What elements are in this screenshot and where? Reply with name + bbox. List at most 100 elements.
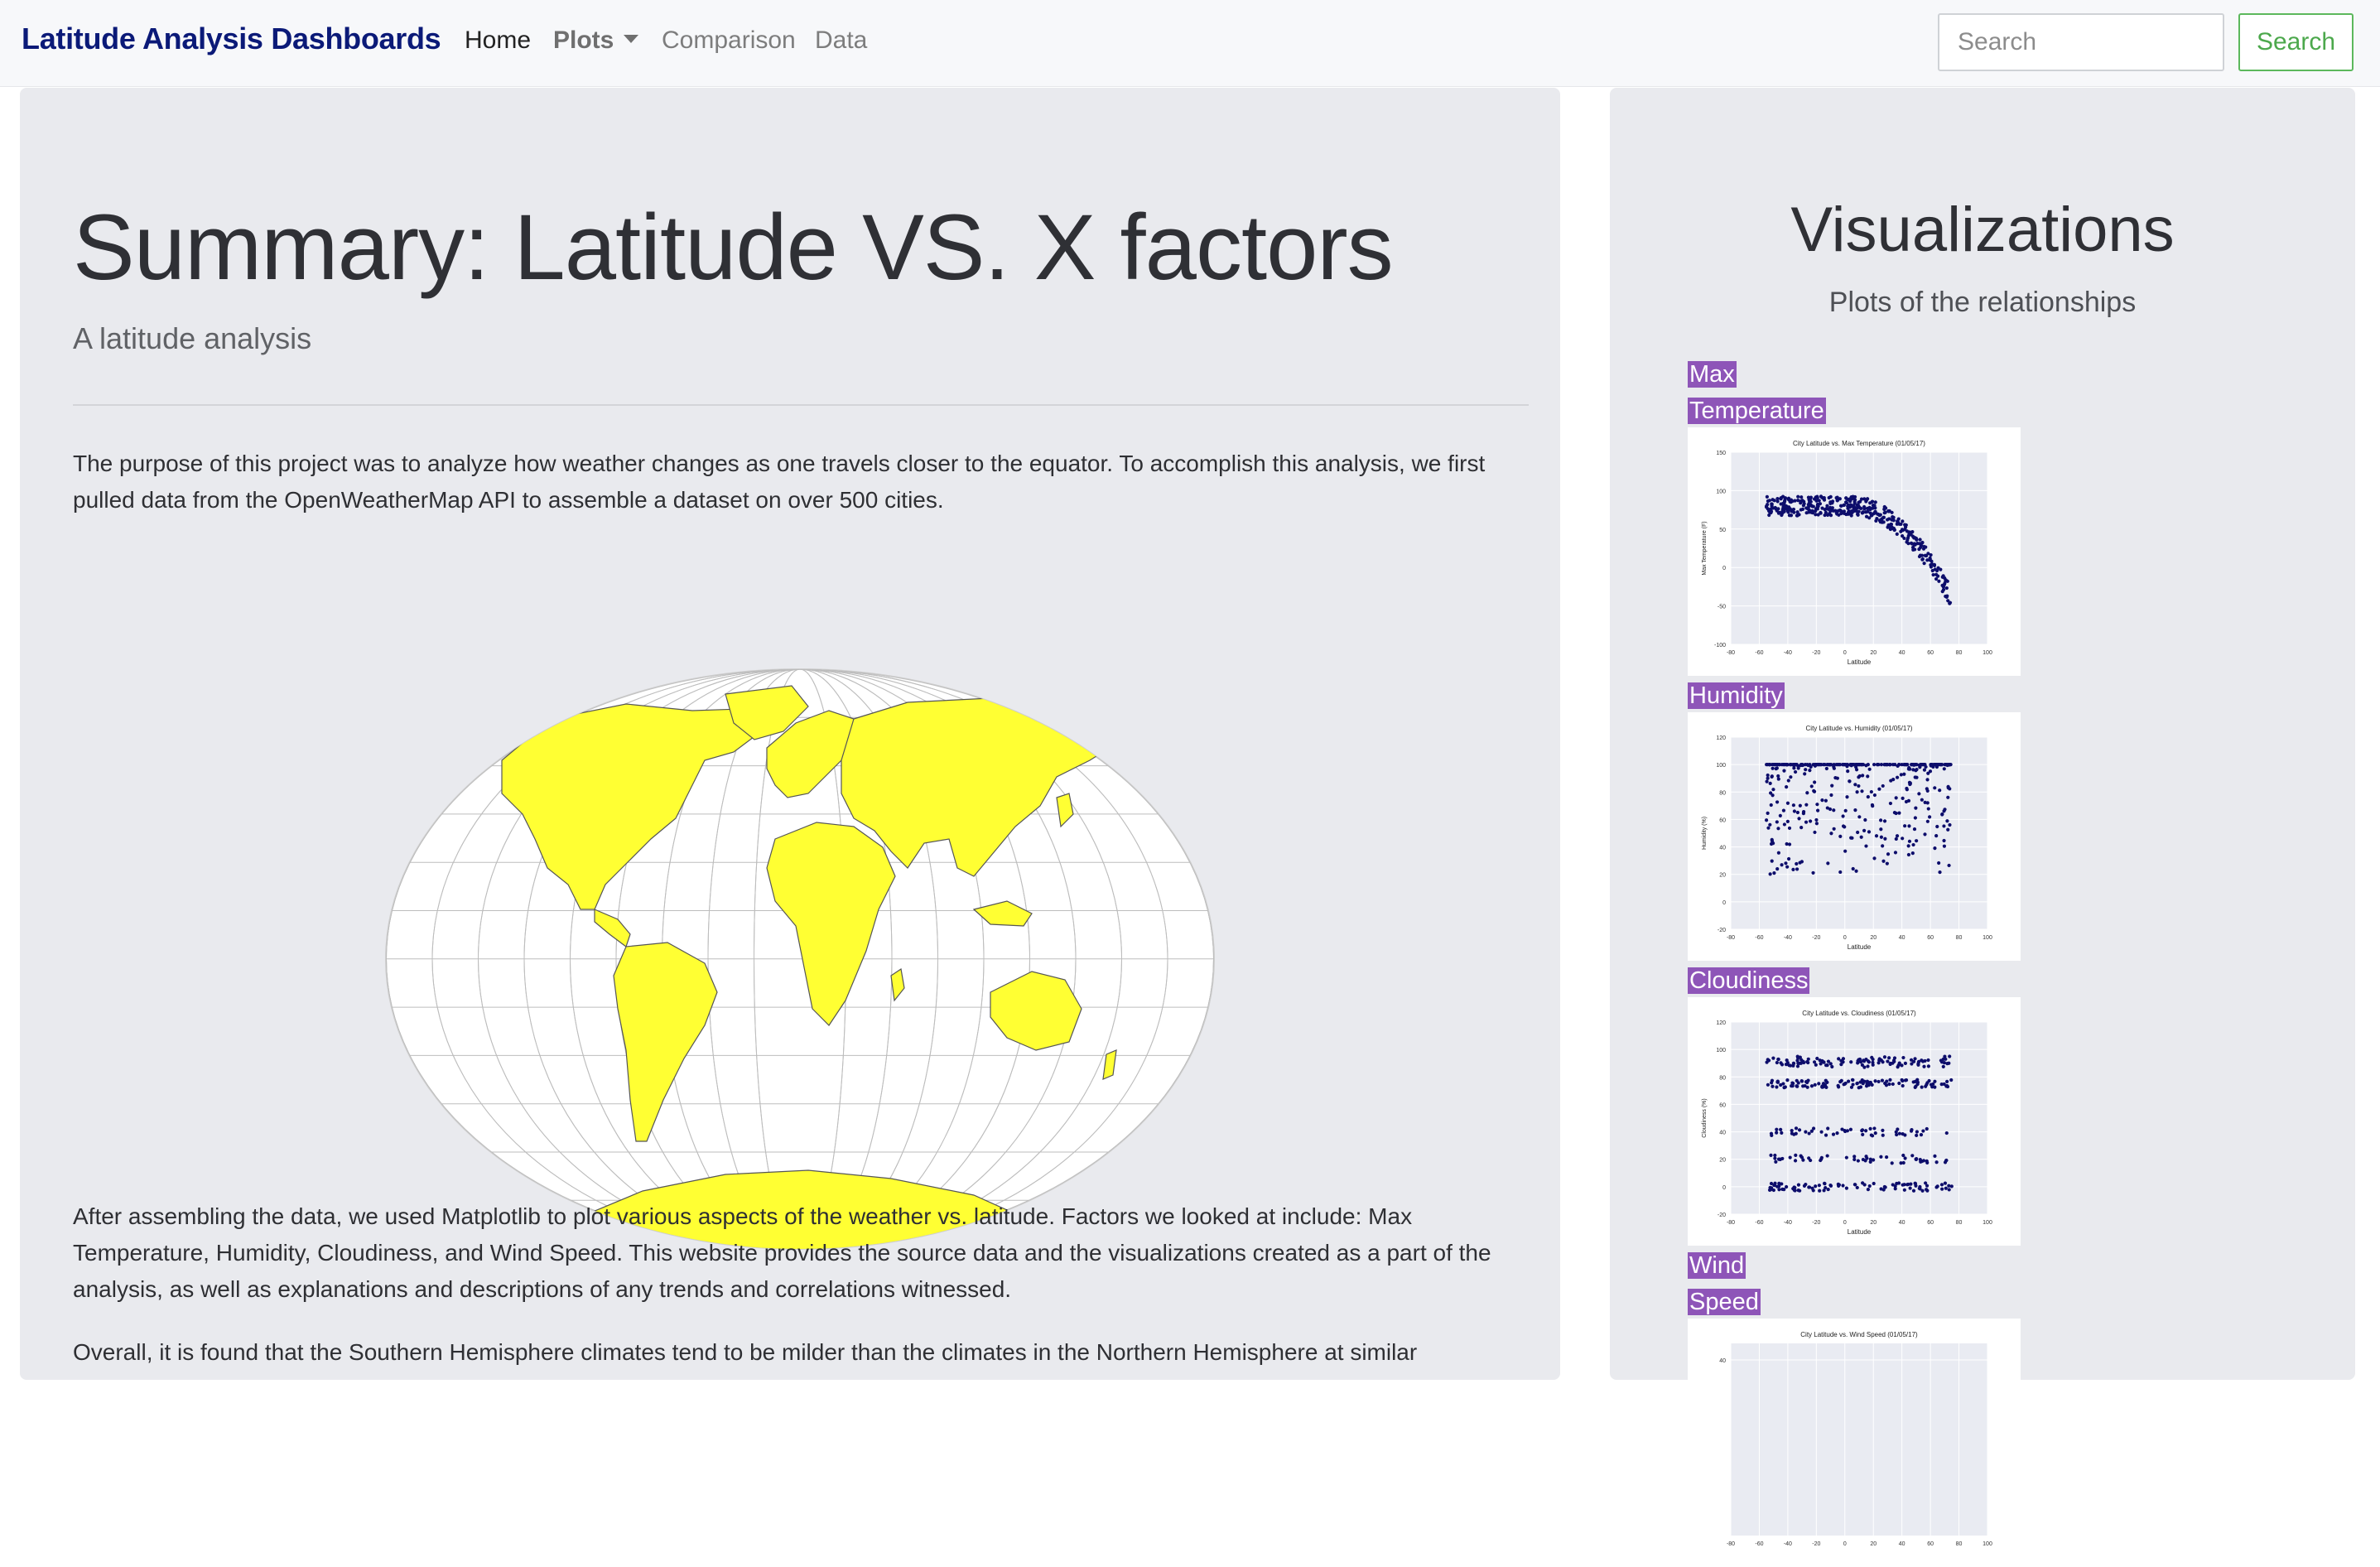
scatter-point — [1940, 812, 1944, 817]
nav-plots-dropdown[interactable]: Plots — [553, 27, 639, 55]
scatter-point — [1866, 774, 1870, 779]
scatter-point — [1868, 1126, 1872, 1131]
scatter-point — [1922, 562, 1926, 566]
navbar-brand[interactable]: Latitude Analysis Dashboards — [22, 22, 441, 56]
scatter-point — [1948, 1054, 1952, 1058]
scatter-point — [1794, 763, 1798, 767]
scatter-point — [1877, 1079, 1881, 1084]
scatter-point — [1869, 1133, 1873, 1137]
x-tick-label: 80 — [1956, 935, 1963, 941]
plot-thumbnail-cloudiness[interactable]: -80 -60 -40 -20 0 20 40 60 80 100 120 100 80 60 40 20 0 -… — [1688, 997, 2021, 1246]
scatter-point — [1879, 1155, 1883, 1159]
scatter-point — [1855, 1185, 1859, 1190]
scatter-point — [1845, 764, 1849, 769]
scatter-point — [1782, 769, 1786, 773]
scatter-point — [1915, 839, 1919, 843]
scatter-point — [1819, 1155, 1824, 1160]
scatter-point — [1933, 846, 1937, 851]
scatter-point — [1813, 830, 1817, 835]
nav-comparison-link[interactable]: Comparison — [662, 27, 796, 55]
scatter-point — [1791, 867, 1795, 872]
scatter-point — [1782, 1188, 1786, 1192]
scatter-point — [1925, 819, 1930, 823]
scatter-point — [1799, 860, 1804, 864]
scatter-point — [1895, 775, 1900, 779]
scatter-point — [1871, 1063, 1875, 1067]
search-button[interactable]: Search — [2238, 13, 2354, 71]
scatter-point — [1857, 1086, 1861, 1090]
scatter-point — [1864, 514, 1869, 518]
scatter-point — [1879, 835, 1884, 839]
scatter-point — [1886, 524, 1891, 528]
scatter-point — [1785, 865, 1790, 869]
scatter-point — [1817, 1184, 1821, 1188]
x-tick-label: -20 — [1812, 650, 1820, 656]
nav-home-link[interactable]: Home — [465, 27, 531, 55]
scatter-point — [1861, 774, 1865, 778]
scatter-point — [1830, 501, 1834, 505]
scatter-point — [1926, 1064, 1931, 1068]
scatter-point — [1859, 506, 1863, 510]
scatter-point — [1766, 503, 1770, 507]
scatter-point — [1772, 1184, 1776, 1188]
scatter-point — [1894, 837, 1898, 841]
scatter-point — [1796, 766, 1800, 770]
scatter-point — [1871, 499, 1875, 504]
sidebar-subtitle: Plots of the relationships — [1828, 287, 2137, 318]
scatter-point — [1911, 768, 1915, 772]
x-axis-label: Latitude — [1848, 1228, 1872, 1236]
scatter-point — [1786, 510, 1790, 514]
scatter-point — [1919, 1133, 1924, 1137]
plot-label-humidity[interactable]: Humidity — [1688, 677, 1785, 714]
scatter-point — [1945, 819, 1949, 823]
scatter-point — [1787, 842, 1792, 846]
scatter-point — [1893, 1187, 1897, 1191]
scatter-point — [1766, 776, 1770, 780]
y-tick-label: -100 — [1714, 643, 1726, 648]
plot-label-max-temperature[interactable]: Max Temperature — [1688, 356, 1826, 429]
plot-thumbnail-max-temperature[interactable]: -80 -60 -40 -20 0 20 40 60 80 100 150 100 50 0 -50 -100… — [1688, 427, 2021, 676]
scatter-point — [1824, 798, 1828, 803]
scatter-point — [1908, 782, 1912, 786]
x-tick-label: 80 — [1956, 650, 1963, 656]
plot-thumbnail-humidity[interactable]: -80 -60 -40 -20 0 20 40 60 80 100 120 100 80 60 40 20 0 -… — [1688, 712, 2021, 961]
scatter-point — [1804, 820, 1809, 824]
plot-title: City Latitude vs. Max Temperature (01/05… — [1793, 440, 1925, 447]
scatter-point — [1809, 819, 1813, 823]
scatter-point — [1899, 1161, 1903, 1165]
scatter-point — [1841, 763, 1845, 767]
scatter-point — [1775, 766, 1779, 770]
plot-thumbnail-wind-speed[interactable]: -80 -60 -40 -20 0 20 40 60 80 100 40 City Latitude … — [1688, 1319, 2021, 1567]
scatter-point — [1849, 495, 1854, 500]
scatter-point — [1903, 824, 1907, 828]
scatter-point — [1888, 1062, 1892, 1067]
nav-data-link[interactable]: Data — [815, 27, 867, 55]
scatter-point — [1935, 824, 1939, 829]
scatter-point — [1775, 1060, 1779, 1065]
scatter-point — [1789, 763, 1794, 767]
scatter-point — [1852, 1155, 1857, 1159]
scatter-point — [1934, 572, 1939, 576]
scatter-point — [1852, 498, 1857, 502]
scatter-point — [1826, 861, 1830, 865]
scatter-point — [1795, 513, 1799, 518]
scatter-point — [1773, 763, 1778, 767]
scatter-point — [1903, 1061, 1908, 1065]
scatter-point — [1890, 510, 1894, 514]
plot-label-word: Wind — [1688, 1252, 1746, 1279]
scatter-point — [1921, 1129, 1925, 1133]
scatter-point — [1902, 1183, 1906, 1187]
scatter-point — [1785, 1184, 1789, 1189]
y-axis-label: Humidity (%) — [1702, 817, 1708, 850]
scatter-point — [1910, 851, 1915, 856]
scatter-point — [1819, 1130, 1824, 1134]
scatter-point — [1813, 1082, 1817, 1087]
scatter-point — [1775, 1131, 1779, 1135]
scatter-point — [1860, 511, 1864, 515]
plot-label-wind-speed[interactable]: Wind Speed — [1688, 1247, 1761, 1320]
scatter-point — [1901, 1083, 1905, 1088]
search-input[interactable] — [1938, 13, 2224, 71]
plot-label-cloudiness[interactable]: Cloudiness — [1688, 962, 1810, 999]
x-tick-label: -40 — [1784, 650, 1792, 656]
scatter-point — [1828, 1184, 1833, 1188]
